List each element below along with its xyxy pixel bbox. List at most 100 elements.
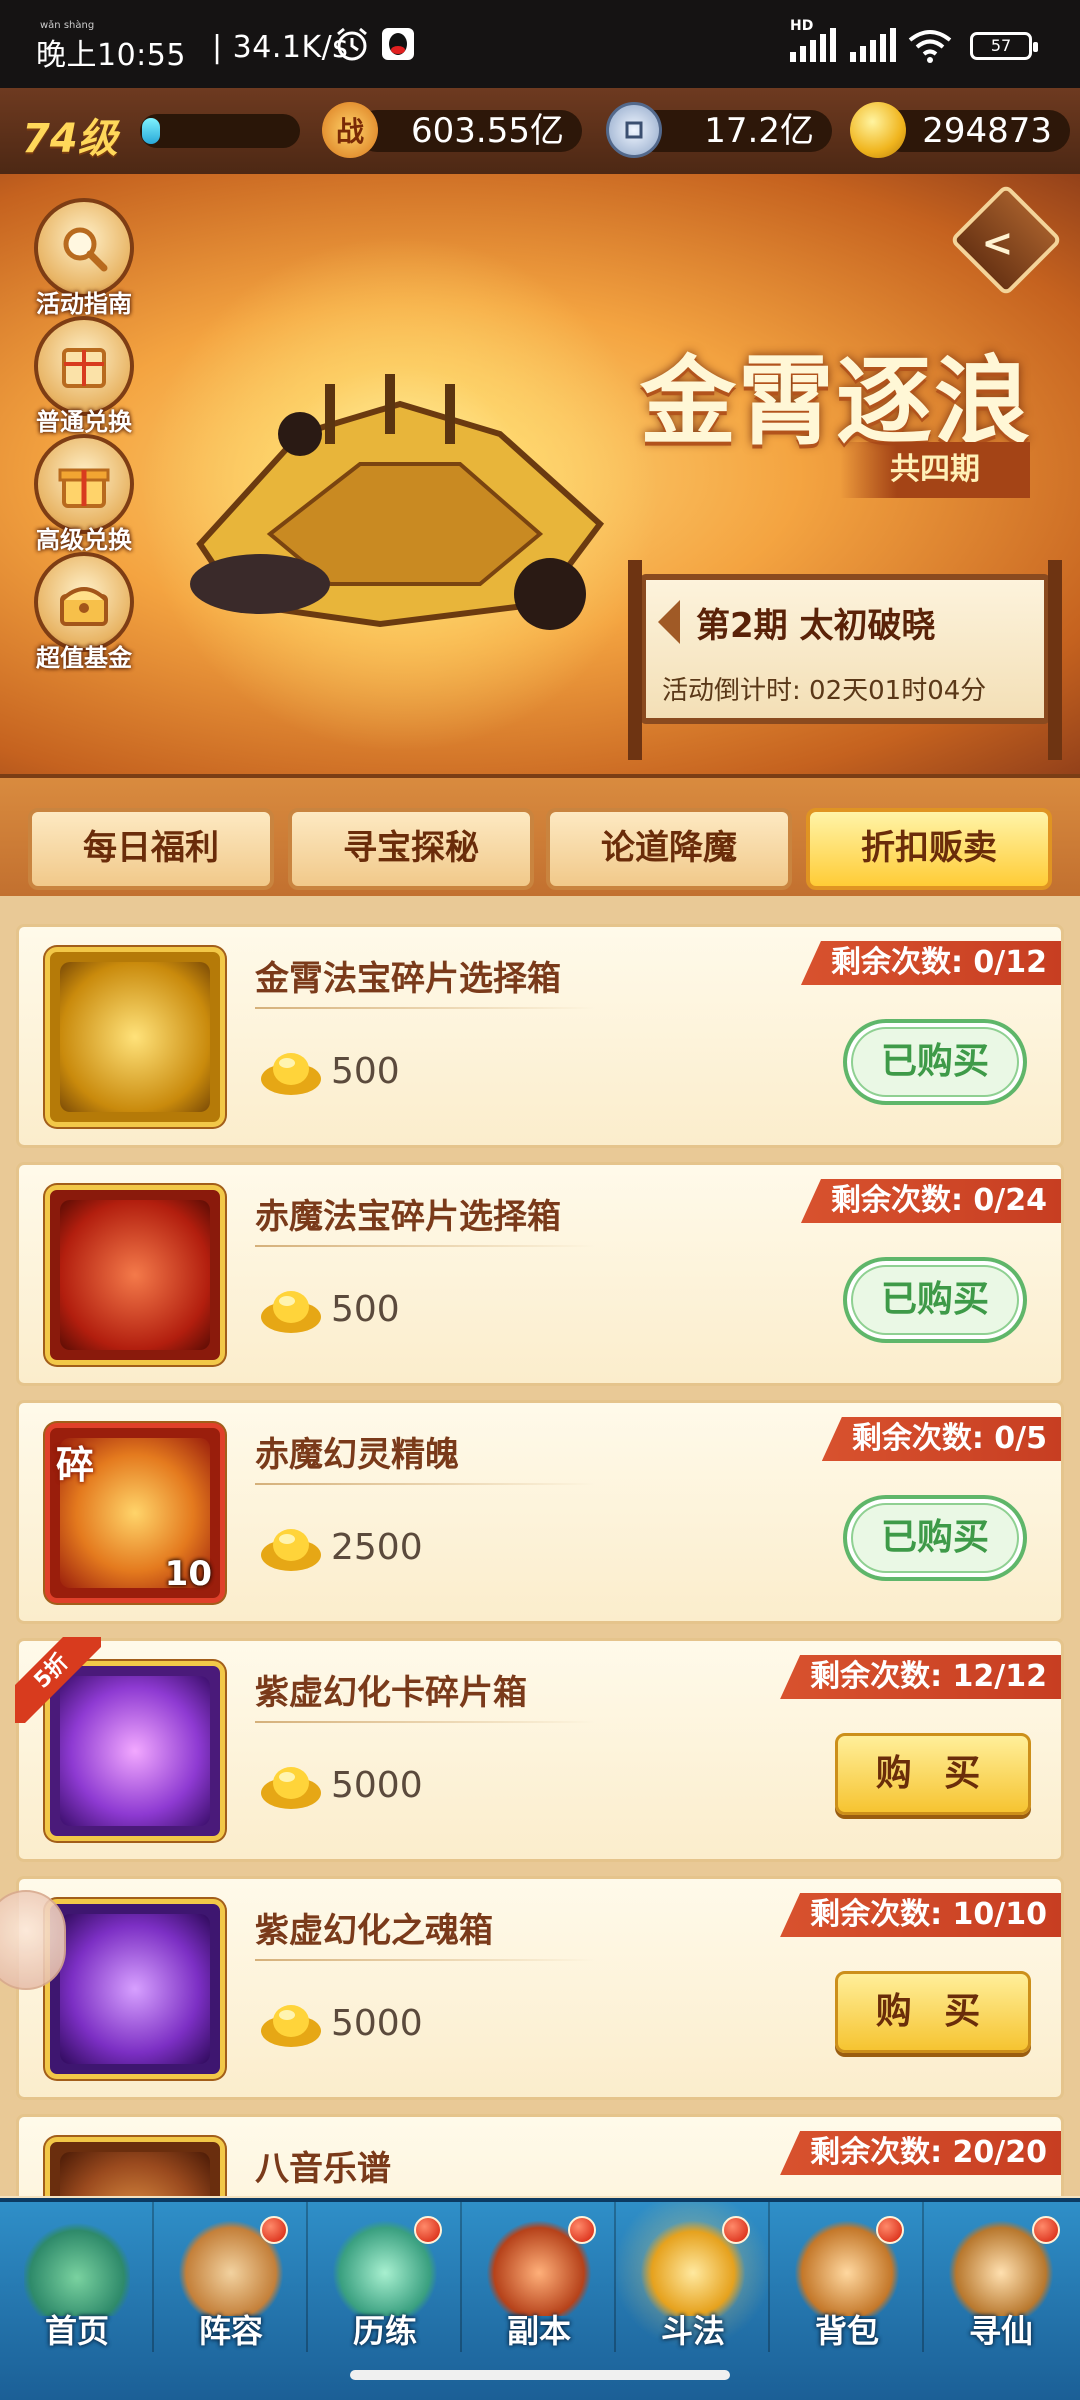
tab-treasure-hunt[interactable]: 寻宝探秘: [288, 808, 534, 890]
alarm-icon: [332, 24, 372, 68]
board-post-left: [628, 560, 642, 760]
item-divider: [255, 1721, 595, 1723]
event-guide-button[interactable]: 活动指南: [24, 198, 144, 319]
gift-box-icon: [34, 316, 134, 416]
value-fund-button[interactable]: 超值基金: [24, 552, 144, 673]
item-divider: [255, 1007, 595, 1009]
event-guide-label: 活动指南: [36, 290, 132, 318]
resource-bar: 74级 603.55亿 战 17.2亿 294873: [0, 88, 1080, 174]
item-remaining: 剩余次数: 0/24: [800, 1179, 1061, 1223]
tab-strip: 每日福利 寻宝探秘 论道降魔 折扣贩卖: [0, 774, 1080, 896]
gold-ingot-icon: [261, 2005, 321, 2047]
list-item: 碎 10 赤魔幻灵精魄 2500 剩余次数: 0/5 已购买: [16, 1400, 1064, 1624]
item-price: 5000: [331, 2003, 423, 2044]
advanced-exchange-button[interactable]: 高级兑换: [24, 434, 144, 555]
back-button[interactable]: <: [949, 183, 1063, 297]
nav-home-label: 首页: [44, 2312, 109, 2350]
nav-backpack[interactable]: 背包: [770, 2202, 924, 2352]
notification-dot: [722, 2216, 750, 2244]
purchased-button[interactable]: 已购买: [843, 1257, 1027, 1343]
normal-exchange-label: 普通兑换: [36, 408, 132, 436]
normal-exchange-button[interactable]: 普通兑换: [24, 316, 144, 437]
item-price: 500: [331, 1051, 400, 1092]
gesture-bar[interactable]: [350, 2370, 730, 2380]
treasure-chest-icon: [60, 1200, 210, 1350]
gold-ingot-icon: [261, 1767, 321, 1809]
nav-lineup[interactable]: 阵容: [154, 2202, 308, 2352]
gold-ingot-icon: [850, 102, 906, 158]
tab-discount-sale[interactable]: 折扣贩卖: [806, 808, 1052, 890]
mountain-home-icon: [24, 2220, 130, 2316]
qq-icon: [380, 26, 416, 66]
item-icon: [45, 1185, 225, 1365]
nav-seek-immortal[interactable]: 寻仙: [924, 2202, 1078, 2352]
notification-dot: [876, 2216, 904, 2244]
item-icon: [45, 947, 225, 1127]
item-remaining: 剩余次数: 12/12: [780, 1655, 1061, 1699]
phase-countdown: 活动倒计时: 02天01时04分: [662, 676, 987, 706]
tab-daily-welfare[interactable]: 每日福利: [28, 808, 274, 890]
nav-dungeon-label: 副本: [506, 2312, 571, 2350]
item-price: 500: [331, 1289, 400, 1330]
notification-dot: [1032, 2216, 1060, 2244]
board-post-right: [1048, 560, 1062, 760]
previous-phase-arrow-icon[interactable]: [658, 600, 680, 644]
phase-board: 第2期 太初破晓 活动倒计时: 02天01时04分: [628, 560, 1062, 760]
floating-assistant-avatar[interactable]: [0, 1890, 66, 1990]
item-icon: [45, 1899, 225, 2079]
tab-demon-subduing[interactable]: 论道降魔: [546, 808, 792, 890]
nav-training[interactable]: 历练: [308, 2202, 462, 2352]
wifi-icon: [908, 28, 952, 68]
notification-dot: [260, 2216, 288, 2244]
item-price: 5000: [331, 1765, 423, 1806]
player-level: 74级: [22, 116, 118, 162]
nav-training-label: 历练: [352, 2312, 417, 2350]
item-remaining: 剩余次数: 20/20: [780, 2131, 1061, 2175]
advanced-exchange-label: 高级兑换: [36, 526, 132, 554]
item-remaining: 剩余次数: 10/10: [780, 1893, 1061, 1937]
item-price: 2500: [331, 1527, 423, 1568]
item-name: 紫虚幻化之魂箱: [255, 1911, 493, 1951]
buy-button[interactable]: 购 买: [835, 1971, 1031, 2053]
item-name: 赤魔法宝碎片选择箱: [255, 1197, 561, 1237]
item-name: 金霄法宝碎片选择箱: [255, 959, 561, 999]
item-name: 赤魔幻灵精魄: [255, 1435, 459, 1475]
battery-indicator: 57: [970, 32, 1038, 60]
signal-2-icon: [848, 28, 898, 68]
power-value: 603.55亿: [356, 110, 582, 152]
value-fund-label: 超值基金: [36, 644, 132, 672]
silver-value: 17.2亿: [632, 110, 832, 152]
nav-dungeon[interactable]: 副本: [462, 2202, 616, 2352]
gold-ingot-icon: [261, 1529, 321, 1571]
nav-backpack-label: 背包: [814, 2312, 879, 2350]
gold-ingot-icon: [261, 1053, 321, 1095]
treasure-chest-icon: [60, 962, 210, 1112]
item-remaining: 剩余次数: 0/12: [800, 941, 1061, 985]
phase-title: 第2期 太初破晓: [696, 606, 936, 646]
list-item: 八音乐谱 剩余次数: 20/20: [16, 2114, 1064, 2196]
gift-icon: [34, 434, 134, 534]
list-item: 紫虚幻化之魂箱 5000 剩余次数: 10/10 购 买: [16, 1876, 1064, 2100]
shop-list: 金霄法宝碎片选择箱 500 剩余次数: 0/12 已购买 赤魔法宝碎片选择箱 5…: [0, 896, 1080, 2196]
treasure-chest-icon: [34, 552, 134, 652]
discount-ribbon: 5折: [15, 1637, 101, 1723]
back-arrow-icon: <: [981, 220, 1014, 265]
nav-battle-label: 斗法: [660, 2312, 725, 2350]
item-name: 八音乐谱: [255, 2149, 391, 2189]
nav-battle[interactable]: 斗法: [616, 2202, 770, 2352]
item-icon: [45, 2137, 225, 2196]
list-item: 赤魔法宝碎片选择箱 500 剩余次数: 0/24 已购买: [16, 1162, 1064, 1386]
exp-bar-track: [140, 114, 300, 148]
nav-home[interactable]: 首页: [0, 2202, 154, 2352]
magnifier-icon: [34, 198, 134, 298]
buy-button[interactable]: 购 买: [835, 1733, 1031, 1815]
power-icon: 战: [322, 102, 378, 158]
purchased-button[interactable]: 已购买: [843, 1495, 1027, 1581]
discount-label: 5折: [15, 1637, 101, 1723]
nav-seek-immortal-label: 寻仙: [968, 2312, 1033, 2350]
purchased-button[interactable]: 已购买: [843, 1019, 1027, 1105]
item-icon: 碎 10: [45, 1423, 225, 1603]
item-divider: [255, 1245, 595, 1247]
list-item: 5折 紫虚幻化卡碎片箱 5000 剩余次数: 12/12 购 买: [15, 1637, 1064, 1862]
status-time: 晚上10:55: [36, 38, 186, 73]
